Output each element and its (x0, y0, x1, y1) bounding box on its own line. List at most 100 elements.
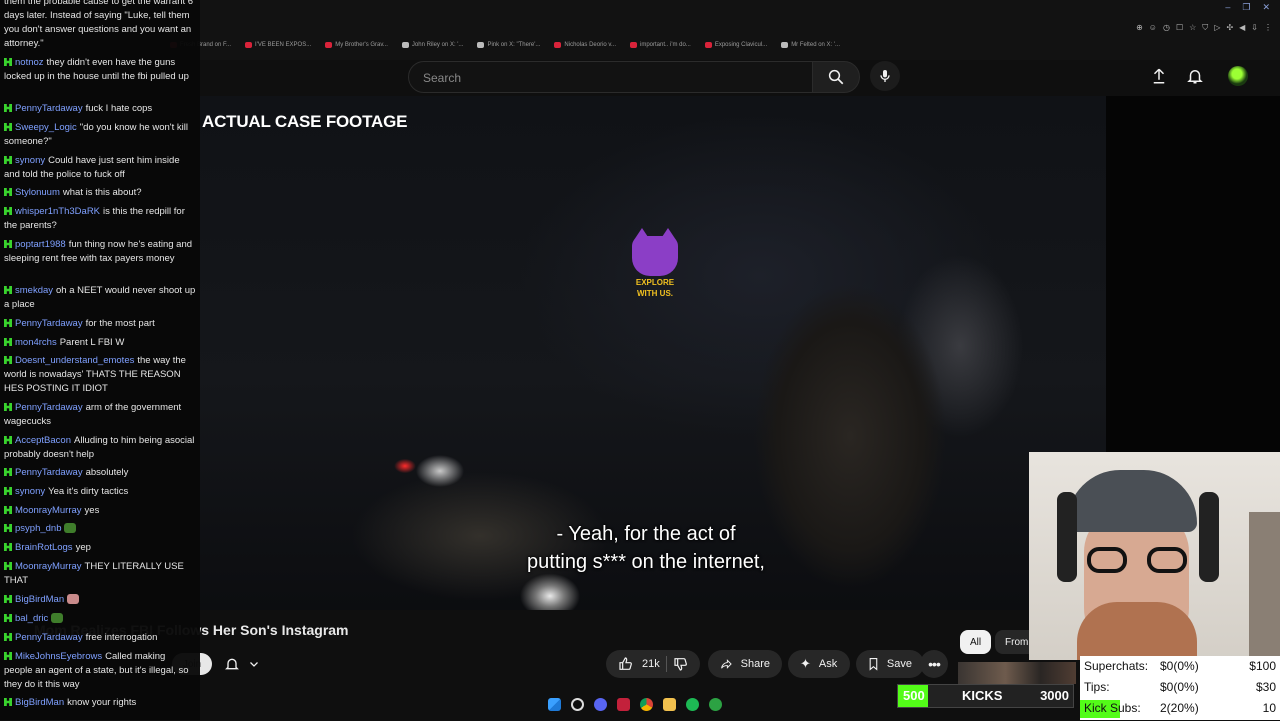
microphone-icon (880, 70, 890, 82)
voice-search-button[interactable] (870, 61, 900, 91)
clock-icon[interactable]: ◷ (1163, 23, 1170, 33)
chat-username[interactable]: bal_dric (15, 613, 48, 624)
minimize-icon[interactable]: – (1225, 2, 1230, 13)
bookmark-item[interactable]: I'VE BEEN EXPOS... (245, 38, 311, 52)
discord-icon[interactable] (594, 698, 607, 711)
spotify-icon[interactable] (686, 698, 699, 711)
menu-icon[interactable]: ⋮ (1264, 23, 1272, 33)
search-box (408, 61, 814, 93)
x-logo-icon (781, 42, 789, 48)
notifications-button[interactable] (1183, 64, 1207, 88)
restore-icon[interactable]: ❐ (1242, 2, 1250, 13)
app-icon-red[interactable] (617, 698, 630, 711)
chat-username[interactable]: notnoz (15, 57, 44, 68)
video-actions: 21k Share ✦ Ask Save ••• (606, 650, 948, 678)
chat-username[interactable]: PennyTardaway (15, 318, 83, 329)
logo-text-2: WITH US. (637, 289, 673, 298)
chat-username[interactable]: mon4rchs (15, 337, 57, 348)
thumbs-down-icon[interactable] (673, 656, 689, 672)
kick-badge-icon (4, 633, 12, 641)
windows-start-icon[interactable] (548, 698, 561, 711)
chat-username[interactable]: Doesnt_understand_emotes (15, 355, 134, 366)
search-button[interactable] (812, 61, 860, 93)
search-icon[interactable] (571, 698, 584, 711)
upload-button[interactable] (1147, 64, 1171, 88)
chat-message: poptart1988 fun thing now he's eating and… (4, 238, 196, 266)
save-button[interactable]: Save (856, 650, 924, 678)
search-input[interactable] (421, 70, 795, 86)
chat-username[interactable]: PennyTardaway (15, 103, 83, 114)
bookmark-item[interactable]: important.. i'm do... (629, 38, 691, 52)
account-avatar[interactable] (1228, 66, 1248, 86)
chat-username[interactable]: PennyTardaway (15, 467, 83, 478)
close-icon[interactable]: ✕ (1262, 2, 1270, 13)
bookmark-item[interactable]: Exposing Clavicul... (704, 38, 767, 52)
bookmark-item[interactable]: Pink on X: "There'... (477, 38, 540, 52)
chat-username[interactable]: PennyTardaway (15, 632, 83, 643)
youtube-icon (245, 42, 253, 48)
chat-username[interactable]: AcceptBacon (15, 435, 71, 446)
chat-username[interactable]: poptart1988 (15, 239, 66, 250)
chat-username[interactable]: MoonrayMurray (15, 561, 82, 572)
filter-chip-all[interactable]: All (960, 630, 992, 654)
chat-username[interactable]: smekday (15, 285, 53, 296)
chat-text: what is this about? (62, 187, 142, 198)
kick-badge-icon (4, 595, 12, 603)
chrome-icon[interactable] (640, 698, 653, 711)
bookmark-icon[interactable]: ☐ (1176, 23, 1183, 33)
kick-badge-icon (4, 123, 12, 131)
stat-label: Superchats: (1084, 659, 1149, 673)
puzzle-icon[interactable]: ✣ (1226, 23, 1233, 33)
chat-panel: them the probable cause to get the warra… (0, 0, 200, 720)
more-button[interactable]: ••• (920, 650, 948, 678)
shield-icon[interactable]: ⛉ (1202, 23, 1208, 33)
chat-username[interactable]: BigBirdMan (15, 594, 64, 605)
zoom-icon[interactable]: ⊕ (1136, 23, 1143, 33)
bookmark-item[interactable]: Mr Felted on X: '... (781, 38, 840, 52)
speaker-icon[interactable]: ◀ (1239, 23, 1245, 33)
ask-label: Ask (818, 658, 838, 670)
kicks-goal-bar: 500 KICKS 3000 (897, 684, 1074, 708)
chat-username[interactable]: synony (15, 486, 45, 497)
download-icon[interactable]: ⇩ (1251, 23, 1258, 33)
subscribe-bell[interactable] (224, 654, 266, 674)
bookmark-item[interactable]: Nicholas Deorio v... (554, 38, 616, 52)
chat-message-continued: them the probable cause to get the warra… (4, 0, 194, 49)
chat-username[interactable]: whisper1nTh3DaRK (15, 206, 100, 217)
chat-username[interactable]: synony (15, 155, 45, 166)
chat-message: mon4rchs Parent L FBI W (4, 336, 196, 350)
recommended-thumbnail[interactable] (958, 662, 1076, 684)
chat-username[interactable]: MoonrayMurray (15, 505, 82, 516)
thumbs-up-icon (619, 657, 632, 670)
webcam-overlay (1029, 452, 1280, 660)
video-player[interactable]: ACTUAL CASE FOOTAGE EXPLORE WITH US. - Y… (200, 96, 1106, 610)
like-button[interactable]: 21k (606, 650, 700, 678)
play-icon[interactable]: ▷ (1214, 23, 1220, 33)
kick-badge-icon (4, 436, 12, 444)
chat-username[interactable]: BigBirdMan (15, 697, 64, 708)
folder-icon[interactable] (663, 698, 676, 711)
kick-badge-icon (4, 240, 12, 248)
share-button[interactable]: Share (708, 650, 782, 678)
chat-message: PennyTardaway free interrogation (4, 631, 196, 645)
save-label: Save (886, 658, 912, 670)
ask-button[interactable]: ✦ Ask (788, 650, 850, 678)
chat-username[interactable]: Sweepy_Logic (15, 122, 77, 133)
star-icon[interactable]: ☆ (1189, 23, 1196, 33)
chat-username[interactable]: MikeJohnsEyebrows (15, 651, 102, 662)
kick-badge-icon (4, 156, 12, 164)
chat-username[interactable]: psyph_dnb (15, 523, 61, 534)
stat-goal: $100 (1249, 659, 1276, 673)
chat-username[interactable]: BrainRotLogs (15, 542, 73, 553)
chat-message: psyph_dnb (4, 522, 196, 536)
chat-username[interactable]: Stylonuum (15, 187, 60, 198)
kick-badge-icon (4, 104, 12, 112)
chevron-down-icon (250, 662, 258, 667)
video-overlay-title: ACTUAL CASE FOOTAGE (202, 112, 408, 131)
bookmark-item[interactable]: My Brother's Grav... (325, 38, 388, 52)
emoji-icon[interactable]: ☺ (1149, 23, 1157, 33)
xbox-icon[interactable] (709, 698, 722, 711)
bookmark-item[interactable]: John Riley on X: '... (401, 38, 463, 52)
chat-message: synony Could have just sent him inside an… (4, 154, 196, 182)
chat-username[interactable]: PennyTardaway (15, 402, 83, 413)
